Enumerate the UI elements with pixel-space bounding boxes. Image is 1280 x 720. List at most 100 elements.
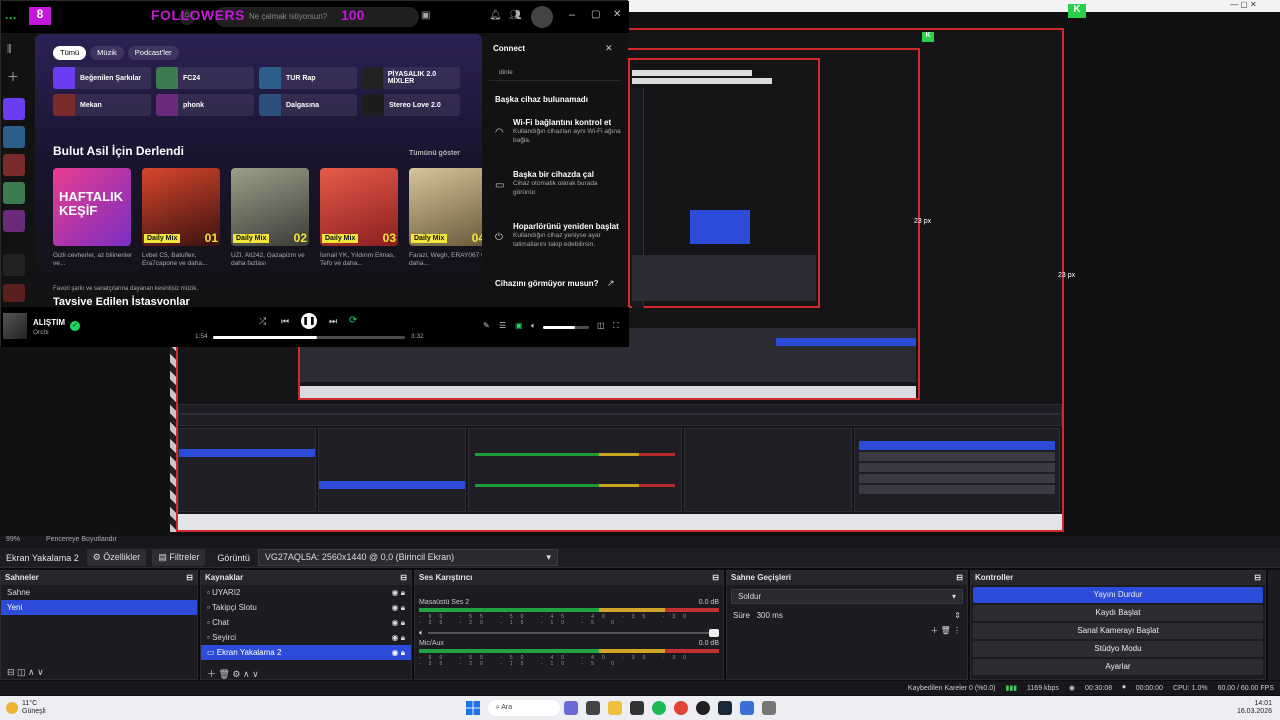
repeat-icon[interactable]: ⟳ — [349, 315, 357, 326]
obs-icon[interactable] — [695, 701, 710, 715]
avatar[interactable] — [531, 6, 553, 28]
file-explorer-icon[interactable] — [607, 701, 622, 715]
steam-icon[interactable] — [717, 701, 732, 715]
app-icon[interactable] — [629, 701, 644, 715]
chrome-icon[interactable] — [673, 701, 688, 715]
dock-menu-icon[interactable]: ⊟ — [956, 573, 963, 583]
show-all-link[interactable]: Tümünü göster — [409, 150, 460, 157]
stop-stream-button[interactable]: Yayını Durdur — [973, 587, 1263, 603]
album-art[interactable] — [3, 313, 27, 339]
shortcut-tile[interactable]: Dalgasına — [259, 94, 357, 116]
chip-music[interactable]: Müzik — [90, 46, 124, 60]
shortcut-tile[interactable]: FC24 — [156, 67, 254, 89]
mix-card[interactable]: Daily Mix 01 Lvbel C5, Batuflex, Era7cap… — [142, 168, 222, 268]
scene-item[interactable]: Sahne — [1, 585, 197, 600]
shuffle-icon[interactable]: ⤮ — [259, 316, 266, 327]
progress-bar[interactable] — [213, 336, 405, 339]
weather-icon[interactable] — [6, 702, 18, 714]
volume-icon[interactable]: 🔈︎ — [531, 321, 536, 331]
source-item[interactable]: ▫ Chat ◉ 🔒︎ — [201, 615, 411, 630]
liked-check-icon[interactable]: ✓ — [70, 321, 80, 331]
virtual-camera-button[interactable]: Sanal Kamerayı Başlat — [973, 623, 1263, 639]
next-icon[interactable]: ⏭ — [329, 316, 337, 327]
app-icon[interactable] — [585, 701, 600, 715]
windows-start-icon[interactable] — [465, 701, 480, 715]
filters-button[interactable]: ▤ Filtreler — [152, 549, 206, 566]
chip-podcasts[interactable]: Podcast'ler — [127, 46, 179, 60]
friends-icon[interactable]: 👥︎ — [509, 10, 522, 21]
miniplayer-icon[interactable]: ◫ — [597, 321, 605, 330]
previous-icon[interactable]: ⏮ — [281, 316, 289, 327]
minimize-icon[interactable]: – — [569, 9, 575, 21]
scene-item-selected[interactable]: Yeni — [1, 600, 197, 615]
track-title[interactable]: ALIŞTIM — [33, 318, 65, 327]
add-icon[interactable]: ＋ — [7, 68, 19, 85]
transition-toolbar[interactable]: ＋ 🗑︎ ⋮ — [727, 623, 967, 638]
studio-mode-button[interactable]: Stüdyo Modu — [973, 641, 1263, 657]
section-title[interactable]: Bulut Asil İçin Derlendi — [53, 144, 184, 158]
menu-dots-icon[interactable]: ··· — [5, 11, 17, 25]
connect-device-icon[interactable]: ▣ — [515, 321, 523, 330]
volume-slider[interactable]: 🔈︎ — [419, 628, 719, 638]
source-item-selected[interactable]: ▭ Ekran Yakalama 2 ◉ 🔒︎ — [201, 645, 411, 660]
scene-toolbar[interactable]: ⊟ ◫ ∧ ∨ — [7, 667, 44, 678]
dock-menu-icon[interactable]: ⊟ — [712, 573, 719, 583]
start-recording-button[interactable]: Kaydı Başlat — [973, 605, 1263, 621]
fit-window-label[interactable]: Pencereye Boyutlandır — [46, 536, 117, 543]
source-item[interactable]: ▫ Takipçi Slotu ◉ 🔒︎ — [201, 600, 411, 615]
shortcut-tile[interactable]: Mekan — [53, 94, 151, 116]
mix-card[interactable]: Daily Mix 03 İsmail YK, Yıldırım Elmas, … — [320, 168, 400, 268]
app-icon[interactable] — [739, 701, 754, 715]
source-item[interactable]: ▫ UYARI2 ◉ 🔒︎ — [201, 585, 411, 600]
notification-bell-icon[interactable]: 🔔︎ — [489, 10, 502, 21]
chip-all[interactable]: Tümü — [53, 46, 87, 60]
window-controls[interactable]: — ▢ ✕ — [1230, 0, 1280, 12]
dock-menu-icon[interactable]: ⊟ — [186, 573, 193, 583]
weather-widget[interactable]: 11°C Güneşli — [22, 700, 46, 716]
playlist-icon[interactable] — [3, 154, 25, 176]
external-link-icon[interactable]: ↗ — [607, 278, 615, 289]
playlist-icon[interactable] — [3, 182, 25, 204]
clock[interactable]: 14:01 16.03.2026 — [1237, 700, 1272, 716]
duration-value[interactable]: 300 ms — [757, 611, 783, 620]
dock-menu-icon[interactable]: ⊟ — [400, 573, 407, 583]
playlist-icon[interactable] — [3, 126, 25, 148]
fullscreen-icon[interactable]: ⛶ — [613, 321, 619, 331]
shortcut-tile[interactable]: phonk — [156, 94, 254, 116]
transition-select[interactable]: Soldur ▾ — [731, 589, 963, 604]
section-title[interactable]: Tavsiye Edilen İstasyonlar — [53, 296, 190, 305]
shortcut-tile[interactable]: Stereo Love 2.0 — [362, 94, 460, 116]
shortcut-tile[interactable]: PİYASALIK 2.0 MİXLER — [362, 67, 460, 89]
taskview-icon[interactable] — [563, 701, 578, 715]
playlist-icon[interactable] — [3, 210, 25, 232]
shortcut-tile[interactable]: TUR Rap — [259, 67, 357, 89]
mix-card[interactable]: HAFTALIK KEŞİF Gizli cevherler, az bilin… — [53, 168, 133, 268]
mix-card[interactable]: Daily Mix 04 Farazi, Wegh, ERAY067 ve da… — [409, 168, 482, 268]
properties-button[interactable]: ⚙ Özellikler — [86, 549, 147, 566]
settings-icon[interactable] — [761, 701, 776, 715]
mix-card[interactable]: Daily Mix 02 UZI, Ati242, Gazapizm ve da… — [231, 168, 311, 268]
browse-icon[interactable]: ▣ — [421, 10, 430, 21]
close-icon[interactable]: ✕ — [613, 9, 621, 20]
queue-icon[interactable]: ☰ — [499, 321, 506, 330]
settings-button[interactable]: Ayarlar — [973, 659, 1263, 675]
taskbar-search[interactable]: ⌕ Ara — [487, 700, 560, 716]
source-toolbar[interactable]: ＋ 🗑︎ ⚙ ∧ ∨ — [207, 667, 259, 680]
maximize-icon[interactable]: ▢ — [591, 9, 600, 20]
shortcut-tile[interactable]: Beğenilen Şarkılar — [53, 67, 151, 89]
lyrics-icon[interactable]: ✎ — [483, 321, 490, 330]
library-icon[interactable]: ⫼ — [7, 44, 12, 55]
source-item[interactable]: ▫ Seyirci ◉ 🔒︎ — [201, 630, 411, 645]
liked-songs-icon[interactable] — [3, 98, 25, 120]
display-select[interactable]: VG27AQL5A: 2560x1440 @ 0,0 (Birincil Ekr… — [257, 549, 558, 566]
dock-menu-icon[interactable]: ⊟ — [1254, 573, 1261, 583]
close-icon[interactable]: ✕ — [605, 43, 613, 54]
playlist-icon[interactable] — [3, 284, 25, 302]
spotify-icon[interactable] — [651, 701, 666, 715]
playlist-icon[interactable] — [3, 254, 25, 276]
pause-button[interactable]: ❚❚ — [301, 313, 317, 329]
dock-scrollbar[interactable] — [1268, 570, 1280, 680]
cant-see-device-link[interactable]: Cihazını görmüyor musun? — [495, 279, 599, 288]
track-artist[interactable]: Orchi — [33, 329, 49, 336]
volume-slider[interactable] — [543, 326, 589, 329]
